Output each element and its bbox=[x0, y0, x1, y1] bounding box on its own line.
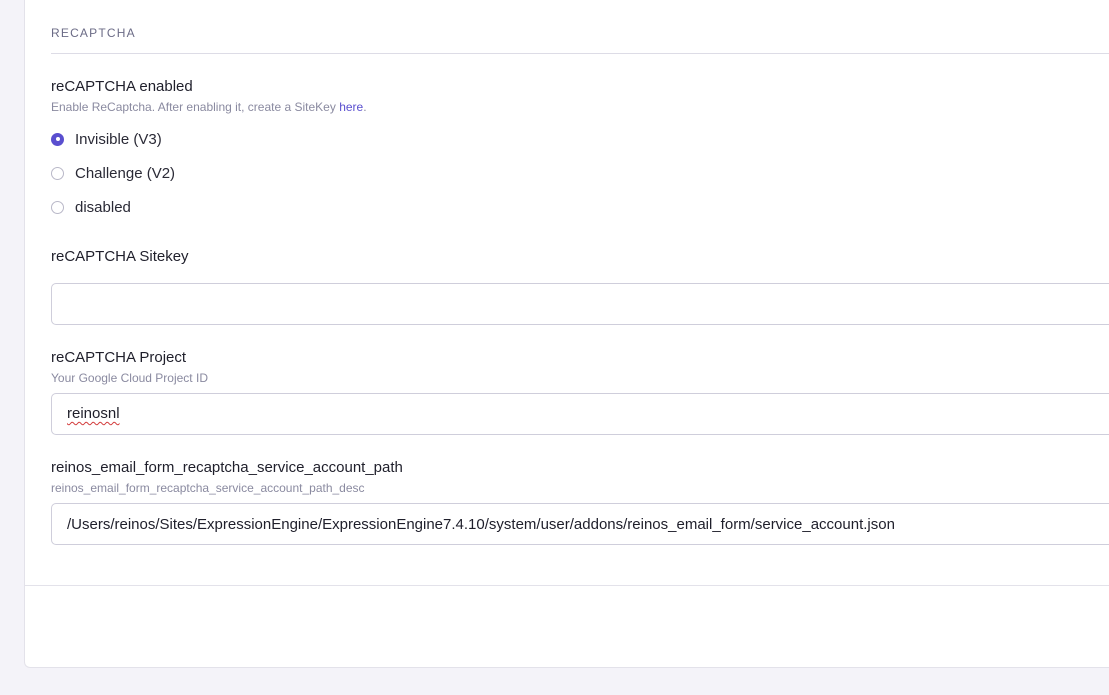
sitekey-label: reCAPTCHA Sitekey bbox=[51, 248, 189, 265]
recaptcha-enabled-description: Enable ReCaptcha. After enabling it, cre… bbox=[51, 100, 367, 114]
radio-option-label: Challenge (V2) bbox=[75, 164, 176, 182]
project-label: reCAPTCHA Project bbox=[51, 349, 187, 366]
radio-button[interactable] bbox=[51, 200, 64, 214]
section-divider bbox=[51, 53, 1109, 54]
radio-button-checked[interactable] bbox=[51, 132, 64, 146]
radio-option-label: disabled bbox=[75, 198, 131, 216]
radio-option-label: Invisible (V3) bbox=[75, 130, 162, 148]
radio-option-disabled[interactable]: disabled bbox=[51, 197, 131, 217]
recaptcha-enabled-description-suffix: . bbox=[363, 100, 367, 114]
radio-option-invisible-v3[interactable]: Invisible (V3) bbox=[51, 129, 162, 149]
project-input[interactable]: reinosnl bbox=[51, 393, 1109, 435]
recaptcha-enabled-description-text: Enable ReCaptcha. After enabling it, cre… bbox=[51, 100, 340, 114]
settings-panel: RECAPTCHA reCAPTCHA enabled Enable ReCap… bbox=[24, 0, 1109, 668]
sitekey-input[interactable] bbox=[51, 283, 1109, 325]
service-account-description: reinos_email_form_recaptcha_service_acco… bbox=[51, 481, 365, 495]
section-heading: RECAPTCHA bbox=[51, 26, 136, 40]
footer-divider bbox=[25, 585, 1109, 586]
recaptcha-enabled-label: reCAPTCHA enabled bbox=[51, 78, 193, 95]
radio-option-challenge-v2[interactable]: Challenge (V2) bbox=[51, 163, 175, 183]
service-account-label: reinos_email_form_recaptcha_service_acco… bbox=[51, 459, 403, 476]
project-description: Your Google Cloud Project ID bbox=[51, 371, 208, 385]
create-sitekey-link[interactable]: here bbox=[339, 100, 363, 114]
project-input-value: reinosnl bbox=[67, 405, 120, 422]
radio-button[interactable] bbox=[51, 166, 64, 180]
service-account-path-input[interactable] bbox=[51, 503, 1109, 545]
